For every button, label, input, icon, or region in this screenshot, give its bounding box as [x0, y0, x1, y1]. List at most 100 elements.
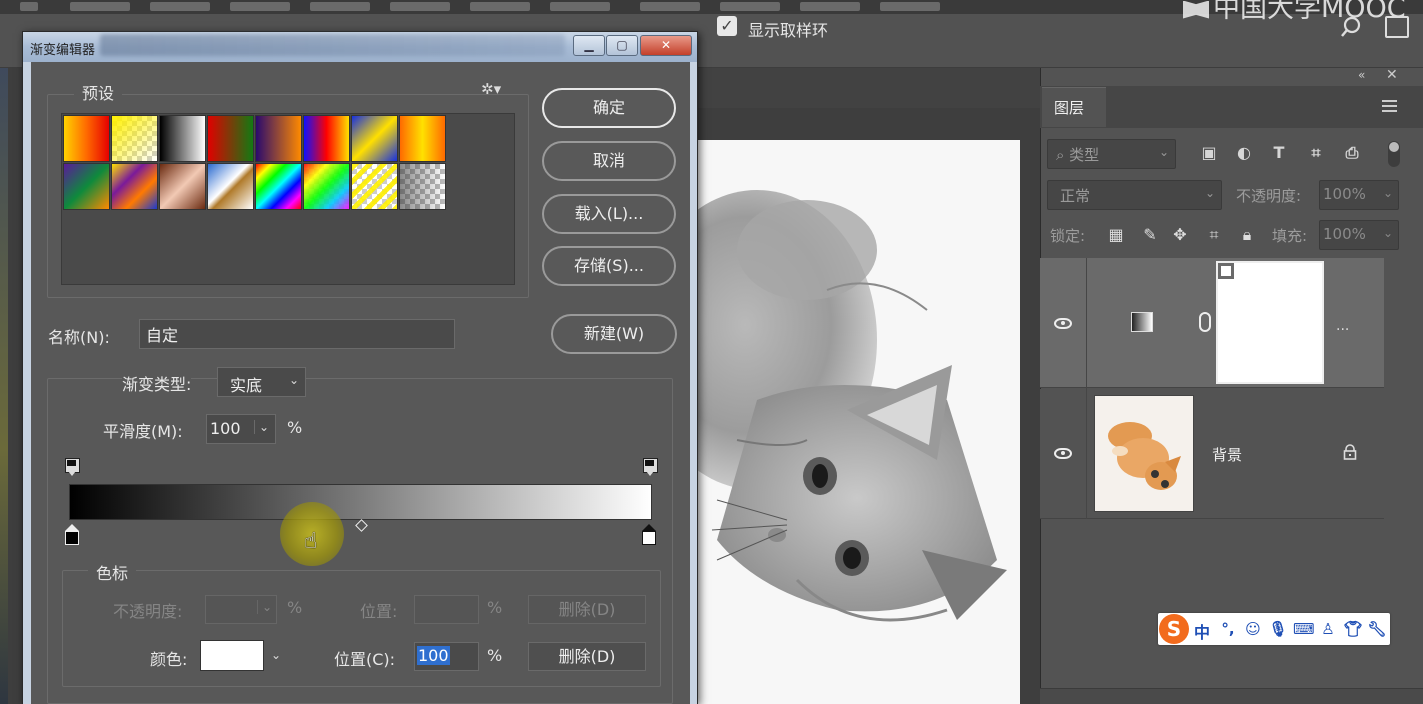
lock-artboard-icon[interactable]: ⌗ [1204, 225, 1224, 245]
sogou-logo-icon[interactable]: S [1159, 614, 1189, 644]
workspace-icon[interactable] [1385, 16, 1409, 38]
opacity-stop[interactable] [65, 458, 80, 476]
layer-mask-thumbnail[interactable] [1216, 261, 1324, 384]
background-thumbnail[interactable] [1094, 395, 1194, 512]
gradient-name-input[interactable] [139, 319, 455, 349]
preset-swatch[interactable] [207, 163, 254, 210]
menu-item[interactable] [150, 2, 210, 11]
shape-filter-icon[interactable]: ⌗ [1306, 143, 1326, 163]
menu-item[interactable] [390, 2, 450, 11]
blend-mode-select[interactable]: 正常 ⌄ [1047, 180, 1222, 210]
type-filter-icon[interactable]: T [1269, 143, 1289, 163]
preset-swatch[interactable] [207, 115, 254, 162]
preset-swatch[interactable] [159, 163, 206, 210]
adjustment-filter-icon[interactable]: ◐ [1234, 143, 1254, 163]
color-delete-button[interactable]: 删除(D) [528, 642, 646, 671]
lock-transparent-icon[interactable]: ▦ [1106, 225, 1126, 245]
document-tab-bar[interactable] [695, 68, 1040, 108]
titlebar-backdrop [100, 34, 565, 56]
preset-swatch[interactable] [399, 115, 446, 162]
close-panel-icon[interactable]: ✕ [1386, 67, 1398, 83]
cancel-button[interactable]: 取消 [542, 141, 676, 181]
search-icon[interactable] [1340, 16, 1362, 38]
color-location-label: 位置(C): [334, 650, 396, 669]
preset-swatch[interactable] [111, 115, 158, 162]
preset-swatch[interactable] [351, 115, 398, 162]
show-sampling-ring-checkbox[interactable]: ✓ [717, 16, 737, 36]
fill-field[interactable]: 100% ⌄ [1319, 220, 1399, 250]
menu-item[interactable] [70, 2, 130, 11]
layer-row-gradient-fill[interactable] [1040, 258, 1384, 388]
preset-swatch[interactable] [159, 115, 206, 162]
panel-menu-icon[interactable] [1382, 100, 1397, 112]
layer-filter-select[interactable]: ⌕ 类型 ⌄ [1047, 139, 1176, 169]
color-stop-black[interactable] [65, 524, 79, 546]
microphone-icon[interactable]: 🎙︎ [1268, 619, 1288, 639]
chevron-down-icon[interactable]: ⌄ [253, 420, 269, 434]
emoji-icon[interactable]: ☺ [1243, 619, 1263, 639]
lock-icon [1343, 444, 1357, 460]
lock-position-icon[interactable]: ✥ [1170, 225, 1190, 245]
skin-icon[interactable]: 👕︎ [1343, 619, 1363, 639]
punctuation-icon[interactable]: °, [1218, 619, 1238, 639]
gradient-fill-thumbnail-icon[interactable] [1131, 312, 1153, 332]
lock-paint-icon[interactable]: ✎ [1140, 225, 1160, 245]
ok-button[interactable]: 确定 [542, 88, 676, 128]
user-icon[interactable]: ♙ [1318, 619, 1338, 639]
preset-swatch[interactable] [63, 163, 110, 210]
menu-item[interactable] [720, 2, 780, 11]
menu-item[interactable] [230, 2, 290, 11]
collapse-panel-icon[interactable]: « [1358, 68, 1365, 82]
chevron-down-icon: ⌄ [1382, 226, 1393, 240]
preset-swatch[interactable] [303, 163, 350, 210]
maximize-icon[interactable]: ▢ [606, 35, 638, 56]
preset-swatch[interactable] [399, 163, 446, 210]
smoothness-value: 100 [210, 419, 241, 438]
menu-item[interactable] [640, 2, 700, 11]
lock-all-icon[interactable]: 🔒︎ [1237, 225, 1257, 245]
gradient-preview-bar[interactable] [69, 484, 652, 520]
preset-swatch[interactable] [351, 163, 398, 210]
ime-language-toggle[interactable]: 中 [1194, 619, 1210, 643]
preset-swatch[interactable] [63, 115, 110, 162]
gradient-type-select[interactable]: 实底 ⌄ [217, 367, 306, 397]
minimize-icon[interactable]: ▁ [573, 35, 605, 56]
color-stop-white[interactable] [642, 524, 656, 546]
menu-item[interactable] [470, 2, 530, 11]
tab-layers[interactable]: 图层 [1042, 87, 1106, 127]
preset-swatch[interactable] [255, 115, 302, 162]
gear-icon[interactable]: ✲▾ [481, 80, 501, 98]
link-icon[interactable] [1199, 312, 1211, 332]
chevron-down-icon[interactable]: ⌄ [271, 648, 281, 662]
eye-icon[interactable] [1054, 448, 1072, 459]
smart-object-filter-icon[interactable]: ⎙ [1342, 143, 1362, 163]
layer-name[interactable]: 背景 [1212, 444, 1242, 465]
settings-wrench-icon[interactable]: 🔧︎ [1367, 619, 1387, 639]
menu-item[interactable] [550, 2, 610, 11]
image-filter-icon[interactable]: ▣ [1199, 143, 1219, 163]
presets-grid[interactable] [61, 113, 515, 285]
keyboard-icon[interactable]: ⌨ [1293, 619, 1315, 639]
preset-swatch[interactable] [111, 163, 158, 210]
preset-swatch[interactable] [255, 163, 302, 210]
stop-color-swatch[interactable] [200, 640, 264, 671]
stop-opacity-label: 不透明度: [113, 602, 183, 621]
load-button[interactable]: 载入(L)... [542, 194, 676, 234]
close-icon[interactable]: ✕ [640, 35, 692, 56]
menu-item[interactable] [800, 2, 860, 11]
save-button[interactable]: 存储(S)... [542, 246, 676, 286]
smoothness-input[interactable]: 100 ⌄ [206, 414, 276, 444]
preset-swatch[interactable] [303, 115, 350, 162]
menu-item[interactable] [310, 2, 370, 11]
new-button[interactable]: 新建(W) [551, 314, 677, 354]
document-canvas[interactable] [697, 140, 1020, 704]
layer-opacity-field[interactable]: 100% ⌄ [1319, 180, 1399, 210]
opacity-stop[interactable] [643, 458, 658, 476]
color-location-input[interactable]: 100 [414, 642, 479, 671]
book-icon [1183, 0, 1209, 19]
dialog-frame-left [23, 62, 31, 704]
name-label: 名称(N): [48, 328, 110, 347]
eye-icon[interactable] [1054, 318, 1072, 329]
filter-toggle[interactable] [1388, 141, 1400, 167]
menu-item[interactable] [880, 2, 940, 11]
